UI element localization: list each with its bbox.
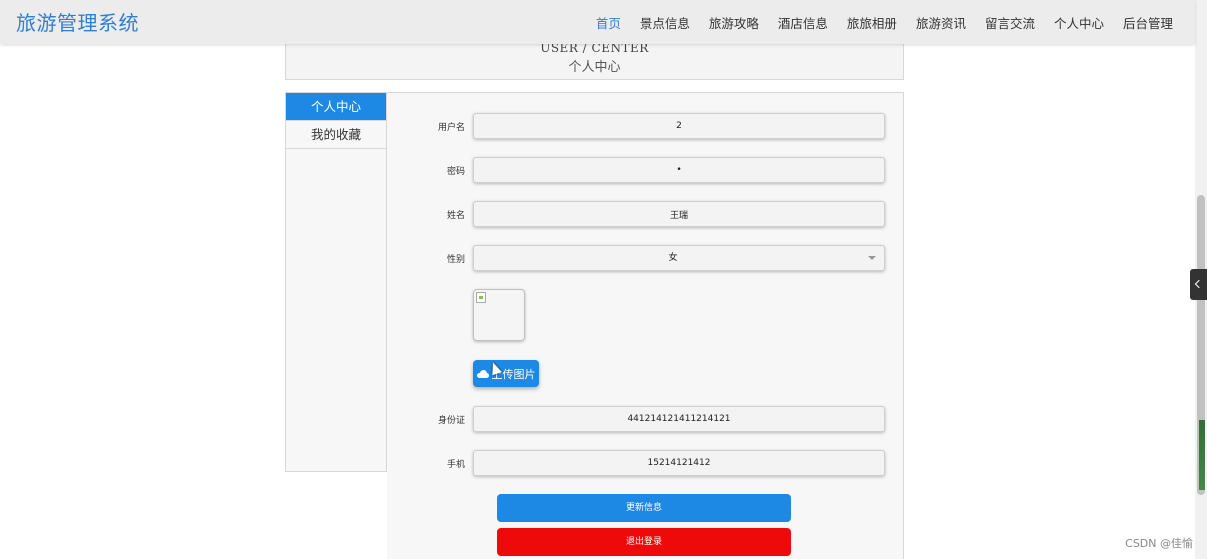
user-sidebar: 个人中心 我的收藏	[285, 92, 387, 472]
top-navbar: 旅游管理系统 首页 景点信息 旅游攻略 酒店信息 旅旅相册 旅游资讯 留言交流 …	[0, 0, 1195, 44]
section-header: USER / CENTER 个人中心	[285, 40, 904, 80]
update-info-button[interactable]: 更新信息	[497, 494, 791, 522]
id-card-label: 身份证	[437, 416, 465, 426]
phone-label: 手机	[446, 460, 465, 470]
name-label: 姓名	[446, 211, 465, 221]
site-title[interactable]: 旅游管理系统	[16, 7, 139, 36]
nav-attractions[interactable]: 景点信息	[640, 13, 690, 32]
profile-form: 用户名 密码 姓名 性别 女 上传图片 身份证 手机 更新信息 退出登录	[387, 92, 904, 559]
logout-button[interactable]: 退出登录	[497, 528, 791, 556]
avatar-preview	[473, 289, 525, 341]
gender-label: 性别	[446, 255, 465, 265]
id-card-input[interactable]	[473, 406, 885, 432]
nav-hotels[interactable]: 酒店信息	[778, 13, 828, 32]
name-input[interactable]	[473, 201, 885, 227]
username-label: 用户名	[437, 123, 465, 133]
chevron-down-icon	[868, 256, 876, 260]
nav-messages[interactable]: 留言交流	[985, 13, 1035, 32]
gender-select[interactable]: 女	[473, 245, 885, 271]
nav-news[interactable]: 旅游资讯	[916, 13, 966, 32]
cloud-upload-icon	[476, 369, 489, 378]
sidebar-item-user-center[interactable]: 个人中心	[286, 93, 386, 121]
broken-image-icon	[476, 292, 486, 303]
watermark: CSDN @佳愉	[1125, 537, 1193, 550]
nav-guides[interactable]: 旅游攻略	[709, 13, 759, 32]
main-nav: 首页 景点信息 旅游攻略 酒店信息 旅旅相册 旅游资讯 留言交流 个人中心 后台…	[577, 0, 1173, 44]
gender-value: 女	[668, 253, 678, 263]
nav-admin[interactable]: 后台管理	[1123, 13, 1173, 32]
scrollbar-markers	[1199, 420, 1205, 490]
nav-albums[interactable]: 旅旅相册	[847, 13, 897, 32]
password-label: 密码	[446, 167, 465, 177]
nav-home[interactable]: 首页	[596, 13, 621, 32]
sidebar-item-favorites[interactable]: 我的收藏	[286, 121, 386, 149]
phone-input[interactable]	[473, 450, 885, 476]
nav-user-center[interactable]: 个人中心	[1054, 13, 1104, 32]
upload-image-button[interactable]: 上传图片	[473, 360, 539, 387]
username-input[interactable]	[473, 113, 885, 139]
section-title-chinese: 个人中心	[568, 60, 621, 75]
side-collapse-button[interactable]	[1190, 269, 1207, 300]
password-input[interactable]	[473, 157, 885, 183]
